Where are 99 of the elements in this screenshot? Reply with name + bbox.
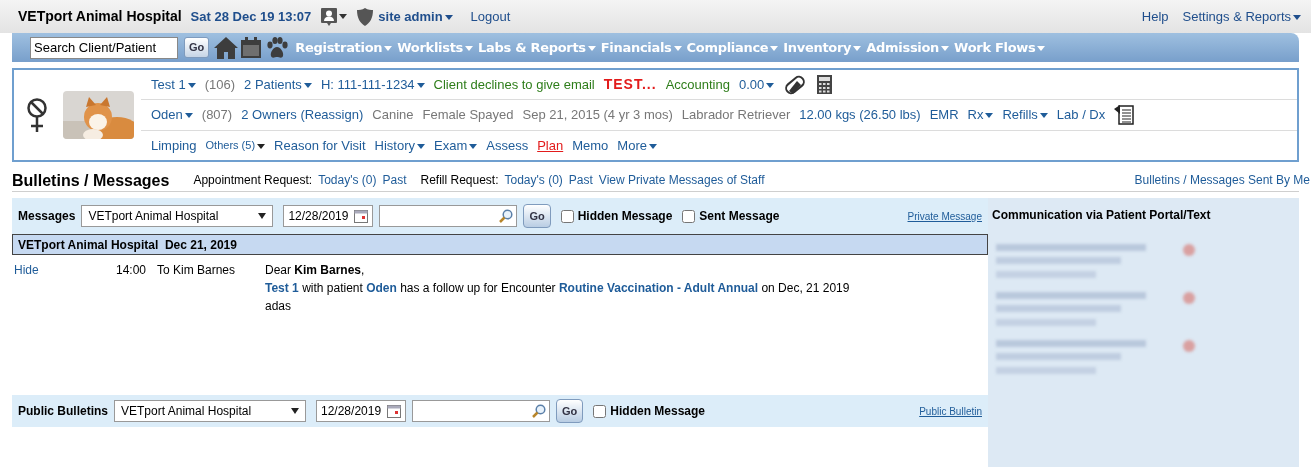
caret-icon (339, 14, 348, 19)
patient-link[interactable]: H: 111-111-1234 (320, 74, 425, 95)
shield-icon (357, 7, 374, 26)
patient-info: (106) (204, 75, 236, 94)
logout-link[interactable]: Logout (470, 6, 511, 27)
patient-link[interactable]: Others (5) (205, 137, 266, 154)
search-field[interactable] (379, 205, 518, 227)
patient-link[interactable]: History (374, 135, 426, 156)
date-field[interactable]: 12/28/2019 (316, 400, 406, 422)
patient-link[interactable]: Reason for Visit (274, 135, 366, 156)
help-link[interactable]: Help (1141, 6, 1169, 27)
dropdown-icon (291, 408, 299, 414)
patient-link[interactable]: Test 1 (151, 74, 196, 95)
pill-icon (783, 74, 808, 95)
request-label: Appointment Request: (193, 172, 313, 189)
dropdown-icon (258, 213, 267, 219)
caret-icon (673, 45, 682, 51)
request-link[interactable]: Past (382, 171, 407, 189)
patient-link[interactable]: Rx (967, 105, 994, 125)
checkbox[interactable] (593, 404, 607, 418)
caret-icon (941, 45, 950, 51)
message-time: 14:00 (116, 262, 148, 279)
request-link[interactable]: Today's (0) (504, 171, 563, 189)
patient-info: (807) (201, 106, 233, 125)
contact-card-button[interactable] (321, 7, 348, 26)
patient-link[interactable]: Exam (434, 135, 478, 156)
filter-label: Public Bulletins (18, 403, 108, 420)
go-button[interactable]: Go (556, 399, 584, 423)
request-link[interactable]: Today's (0) (318, 171, 377, 189)
document-icon (1114, 104, 1135, 126)
calendar-icon (240, 36, 263, 59)
request-label: Refill Request: (420, 172, 499, 189)
checkbox[interactable] (682, 209, 696, 223)
section-title: Bulletins / Messages (12, 173, 170, 189)
patient-info: Labrador Retriever (681, 106, 791, 125)
message-greeting: Dear Kim Barnes, (265, 262, 366, 279)
clinic-select[interactable]: VETport Animal Hospital (114, 400, 306, 422)
settings-menu[interactable]: Settings & Reports (1182, 6, 1301, 27)
patient-info: Canine (372, 106, 414, 125)
filter-link[interactable]: Public Bulletin (919, 403, 982, 419)
clinic-name: VETport Animal Hospital (18, 7, 182, 26)
calculator-icon (816, 75, 834, 95)
message-note: adas (265, 298, 293, 315)
panel-title: Communication via Patient Portal/Text (991, 207, 1212, 224)
request-link[interactable]: View Private Messages of Staff (598, 171, 765, 189)
patient-link[interactable]: 2 Owners (Reassign) (241, 105, 364, 125)
sent-messages-link[interactable]: Bulletins / Messages Sent By Me (1134, 171, 1310, 189)
user-menu[interactable]: site admin (378, 6, 453, 27)
calendar-icon (354, 209, 369, 223)
caret-icon (770, 45, 779, 51)
patient-info: Female Spayed (422, 106, 514, 125)
date-time: Sat 28 Dec 19 13:07 (190, 7, 312, 26)
date-field[interactable]: 12/28/2019 (283, 205, 374, 227)
message-text: Test 1 with patient Oden has a follow up for Encounter Routine Vaccination - Adult Annual on Dec, 21 2019 (265, 280, 850, 297)
patient-link[interactable]: Refills (1002, 105, 1048, 125)
patient-link[interactable]: Accounting (665, 74, 730, 95)
caret-icon (384, 45, 393, 51)
patient-link[interactable]: Oden (151, 105, 193, 125)
message-recipient: To Kim Barnes (157, 262, 237, 279)
clinic-select[interactable]: VETport Animal Hospital (81, 205, 274, 227)
filter-link[interactable]: Private Message (907, 208, 982, 224)
patient-link[interactable]: EMR (929, 105, 959, 125)
patient-info: Sep 21, 2015 (4 yr 3 mos) (522, 106, 673, 125)
caret-icon (465, 45, 474, 51)
patient-link[interactable]: 12.00 kgs (26.50 lbs) (799, 105, 921, 125)
search-icon (532, 404, 546, 418)
female-spayed-icon (26, 97, 48, 133)
checkbox-label: Hidden Message (610, 403, 705, 420)
checkbox-label: Hidden Message (577, 208, 673, 225)
patient-link[interactable]: TEST... (603, 74, 657, 96)
caret-icon (1293, 14, 1301, 20)
patient-link[interactable]: Memo (572, 135, 609, 156)
caret-icon (853, 45, 862, 51)
patient-link[interactable]: Plan (537, 135, 564, 156)
checkbox-label: Sent Message (699, 208, 780, 225)
patient-link[interactable]: 0.00 (738, 74, 775, 95)
caret-icon (587, 45, 596, 51)
checkbox[interactable] (560, 209, 574, 223)
hide-link[interactable]: Hide (12, 261, 116, 279)
go-button[interactable]: Go (184, 37, 210, 58)
search-field[interactable]: Search Client/Patient (30, 36, 178, 59)
patient-link[interactable]: 2 Patients (244, 74, 312, 95)
patient-link[interactable]: Limping (151, 135, 197, 156)
patient-link[interactable]: Client declines to give email (433, 74, 595, 95)
search-icon (499, 209, 514, 223)
contact-card-icon (321, 7, 338, 26)
search-field[interactable] (412, 400, 550, 422)
patient-link[interactable]: More (617, 135, 657, 156)
caret-icon (1037, 45, 1046, 51)
caret-icon (444, 14, 453, 20)
go-button[interactable]: Go (523, 204, 551, 228)
home-icon (214, 35, 239, 60)
patient-link[interactable]: Assess (486, 135, 529, 156)
request-link[interactable]: Past (568, 171, 593, 189)
calendar-icon (387, 404, 401, 418)
patient-link[interactable]: Lab / Dx (1056, 105, 1106, 125)
paw-icon (265, 35, 290, 60)
filter-label: Messages (18, 208, 76, 225)
group-header: VETport Animal Hospital Dec 21, 2019 (12, 234, 988, 255)
